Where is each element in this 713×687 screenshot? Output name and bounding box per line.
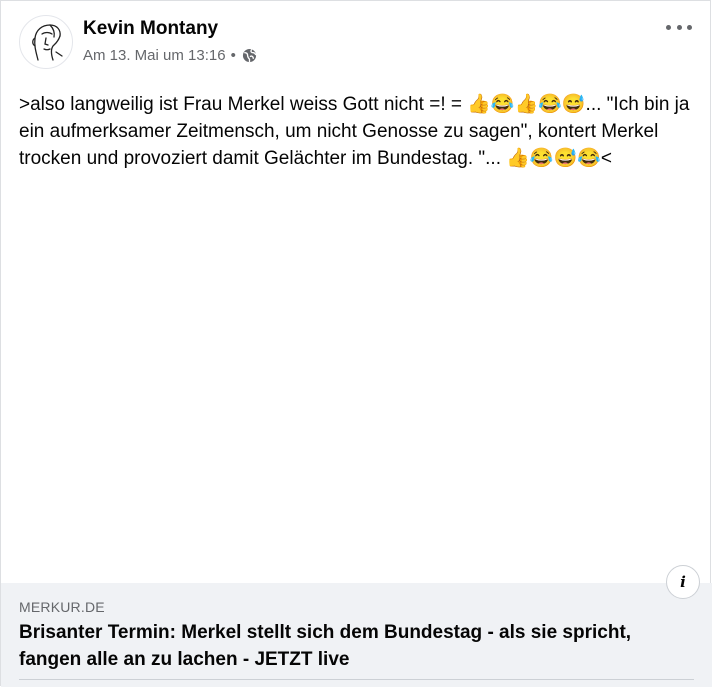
link-domain: MERKUR.DE: [19, 599, 105, 615]
meta-separator: •: [230, 47, 236, 64]
post-card: Kevin Montany Am 13. Mai um 13:16 • >als…: [0, 0, 712, 687]
more-options-icon[interactable]: [666, 17, 692, 37]
post-text: >also langweilig ist Frau Merkel weiss G…: [19, 94, 690, 169]
more-dot: [676, 24, 682, 30]
info-icon[interactable]: i: [666, 565, 700, 599]
link-preview[interactable]: MERKUR.DE Brisanter Termin: Merkel stell…: [1, 583, 712, 687]
more-dot: [687, 24, 692, 30]
author-name[interactable]: Kevin Montany: [83, 18, 218, 40]
post-timestamp[interactable]: Am 13. Mai um 13:16: [83, 47, 226, 64]
sketch-face-icon: [32, 24, 63, 61]
link-title[interactable]: Brisanter Termin: Merkel stellt sich dem…: [19, 619, 689, 673]
post-meta: Am 13. Mai um 13:16 •: [83, 47, 257, 64]
globe-icon[interactable]: [242, 48, 257, 63]
more-dot: [666, 24, 671, 30]
divider: [19, 679, 694, 680]
author-avatar[interactable]: [19, 15, 73, 69]
